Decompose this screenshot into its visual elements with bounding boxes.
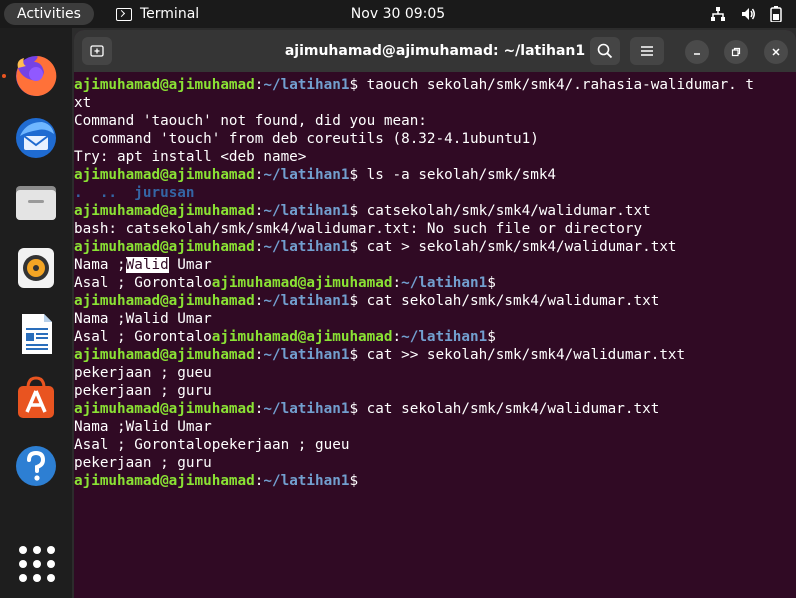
terminal-window[interactable]: ajimuhamad@ajimuhamad: ~/latihan1 ajimuh… [74, 30, 796, 598]
dock-software[interactable] [12, 374, 60, 422]
dock-rhythmbox[interactable] [12, 244, 60, 292]
activities-button[interactable]: Activities [4, 3, 94, 25]
dock [0, 28, 72, 598]
close-button[interactable] [764, 40, 788, 64]
minimize-button[interactable] [685, 40, 709, 64]
header-bar[interactable]: ajimuhamad@ajimuhamad: ~/latihan1 [74, 30, 796, 72]
restore-icon [731, 47, 741, 57]
terminal-line: Asal ; Gorontaloajimuhamad@ajimuhamad:~/… [74, 329, 496, 345]
close-icon [772, 48, 780, 56]
search-button[interactable] [590, 37, 620, 65]
text-selection: Walid [125, 257, 169, 273]
terminal-line: Nama ;Walid Umar [74, 419, 212, 435]
terminal-line: ajimuhamad@ajimuhamad:~/latihan1$ cat se… [74, 293, 660, 309]
terminal-line: ajimuhamad@ajimuhamad:~/latihan1$ cat se… [74, 401, 660, 417]
terminal-line: Nama ;Walid Umar [74, 311, 212, 327]
menu-button[interactable] [630, 37, 664, 65]
show-apps-icon[interactable] [19, 546, 55, 582]
search-icon [597, 43, 613, 59]
terminal-line: Try: apt install <deb name> [74, 149, 307, 165]
terminal-line: pekerjaan ; gueu [74, 365, 212, 381]
new-tab-button[interactable] [82, 37, 112, 65]
terminal-line: Asal ; Gorontalopekerjaan ; gueu [74, 437, 350, 453]
thunderbird-icon [16, 118, 56, 158]
terminal-line: ajimuhamad@ajimuhamad:~/latihan1$ taouch… [74, 77, 755, 93]
terminal-line: Command 'taouch' not found, did you mean… [74, 113, 427, 129]
new-tab-icon [90, 45, 104, 57]
terminal-line: Asal ; Gorontaloajimuhamad@ajimuhamad:~/… [74, 275, 496, 291]
system-tray[interactable] [710, 0, 782, 28]
terminal-prompt[interactable]: ajimuhamad@ajimuhamad:~/latihan1$ [74, 472, 358, 490]
dock-firefox[interactable] [12, 52, 60, 100]
app-menu-label: Terminal [140, 6, 200, 22]
dock-files[interactable] [12, 178, 60, 226]
top-bar: Activities Terminal Nov 30 09:05 [0, 0, 796, 28]
dock-writer[interactable] [12, 310, 60, 358]
help-icon [16, 446, 56, 486]
terminal-line: ajimuhamad@ajimuhamad:~/latihan1$ cat >>… [74, 347, 686, 363]
dock-thunderbird[interactable] [12, 114, 60, 162]
rhythmbox-icon [18, 248, 54, 288]
firefox-icon [16, 55, 57, 96]
clock[interactable]: Nov 30 09:05 [351, 6, 445, 22]
terminal-line: bash: catsekolah/smk/smk4/walidumar.txt:… [74, 221, 643, 237]
terminal-line: command 'touch' from deb coreutils (8.32… [74, 131, 539, 147]
dock-help[interactable] [12, 442, 60, 490]
terminal-line: ajimuhamad@ajimuhamad:~/latihan1$ ls -a … [74, 167, 557, 183]
terminal-line: xt [74, 95, 92, 111]
hamburger-menu-icon [641, 46, 653, 56]
terminal-line: pekerjaan ; guru [74, 455, 212, 471]
network-icon [711, 7, 725, 21]
battery-icon [770, 6, 782, 22]
terminal-line: pekerjaan ; guru [74, 383, 212, 399]
terminal-line: Nama ;Walid Umar [74, 257, 212, 273]
volume-icon [742, 8, 755, 20]
app-menu-terminal[interactable]: Terminal [116, 0, 199, 28]
maximize-button[interactable] [724, 40, 748, 64]
files-icon [16, 186, 56, 220]
terminal-line: . .. jurusan [74, 185, 195, 201]
terminal-line: ajimuhamad@ajimuhamad:~/latihan1$ catsek… [74, 203, 651, 219]
ubuntu-software-icon [18, 376, 54, 418]
minimize-icon [694, 53, 700, 55]
terminal-line: ajimuhamad@ajimuhamad:~/latihan1$ cat > … [74, 239, 677, 255]
terminal-icon [116, 7, 132, 21]
libreoffice-writer-icon [22, 314, 52, 354]
running-indicator [2, 74, 6, 78]
